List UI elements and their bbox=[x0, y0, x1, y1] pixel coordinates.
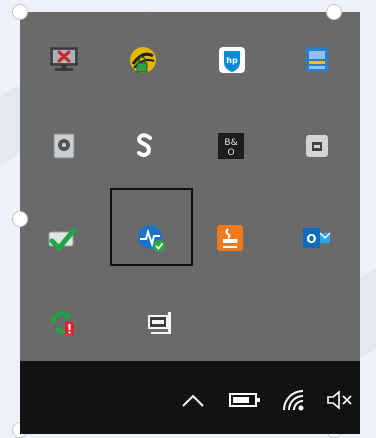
network-error-icon[interactable] bbox=[44, 40, 84, 80]
resize-handle-top-left bbox=[12, 4, 28, 20]
show-hidden-icons-chevron-icon[interactable] bbox=[178, 385, 208, 415]
resize-handle-top-right bbox=[326, 4, 342, 20]
svg-text:O: O bbox=[306, 232, 316, 246]
hp-support-icon[interactable]: hp bbox=[212, 40, 252, 80]
svg-text:B&: B& bbox=[224, 138, 237, 148]
selected-icon-highlight bbox=[110, 188, 193, 266]
presentation-icon[interactable] bbox=[140, 303, 180, 343]
display-settings-icon[interactable] bbox=[297, 40, 337, 80]
taskbar bbox=[20, 361, 360, 434]
resize-handle-middle-left bbox=[12, 211, 28, 227]
usb-device-icon[interactable] bbox=[297, 126, 337, 166]
outlook-icon[interactable]: O bbox=[297, 218, 337, 258]
refresh-alert-icon[interactable] bbox=[43, 303, 83, 343]
battery-icon[interactable] bbox=[225, 385, 265, 415]
bang-olufsen-icon[interactable]: B& O bbox=[211, 126, 251, 166]
volume-muted-icon[interactable] bbox=[323, 385, 357, 415]
dollar-app-icon[interactable] bbox=[125, 126, 165, 166]
wifi-icon[interactable] bbox=[278, 385, 310, 415]
security-lock-icon[interactable] bbox=[123, 40, 163, 80]
java-icon[interactable] bbox=[210, 218, 250, 258]
sync-ok-icon[interactable] bbox=[42, 218, 82, 258]
svg-text:hp: hp bbox=[226, 56, 238, 65]
hard-drive-icon[interactable] bbox=[44, 126, 84, 166]
svg-text:O: O bbox=[227, 148, 234, 158]
tray-overflow-panel: hp B& O O bbox=[20, 12, 360, 361]
